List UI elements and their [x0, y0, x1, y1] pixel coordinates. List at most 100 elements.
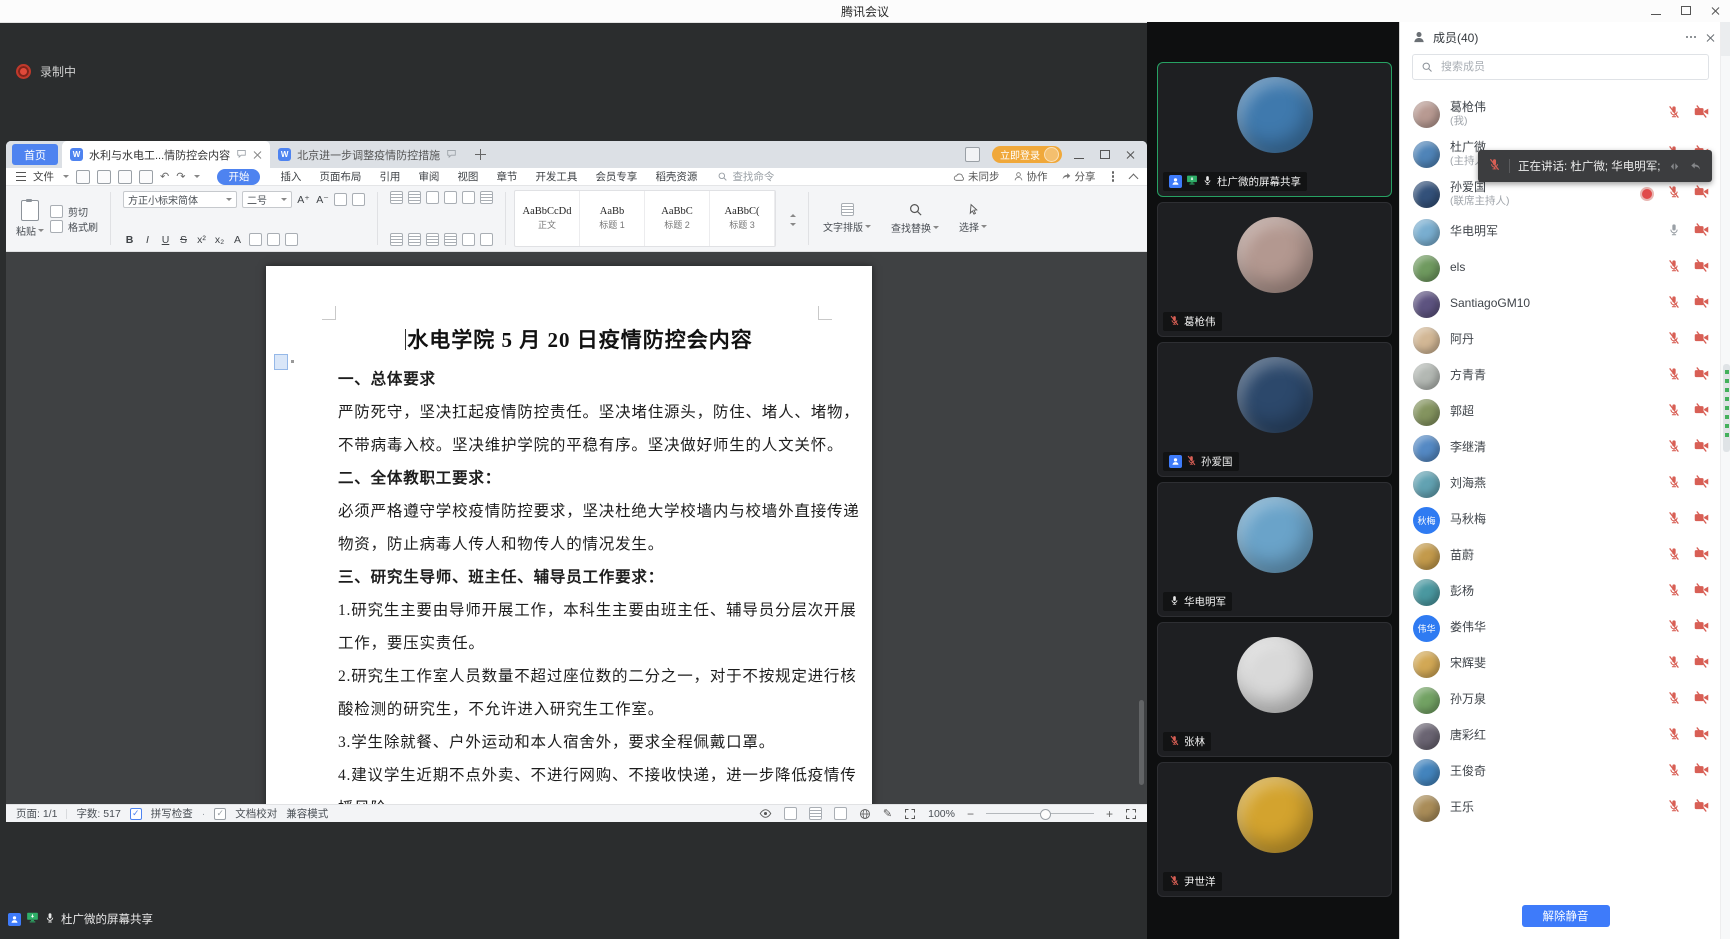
- bullet-list-icon[interactable]: [390, 191, 403, 204]
- member-row[interactable]: 王乐: [1413, 790, 1715, 826]
- menu-item-开发工具[interactable]: 开发工具: [526, 169, 586, 184]
- member-search-input[interactable]: [1439, 60, 1700, 74]
- spellcheck-label[interactable]: 拼写检查: [151, 806, 193, 821]
- menu-item-稻壳资源[interactable]: 稻壳资源: [646, 169, 706, 184]
- sync-status[interactable]: 未同步: [953, 169, 1000, 184]
- camera-off-icon[interactable]: [1694, 726, 1709, 746]
- undo-icon[interactable]: ↶: [160, 170, 169, 183]
- maximize-icon[interactable]: [1681, 2, 1691, 20]
- muted-mic-icon[interactable]: [1667, 619, 1681, 638]
- share-button[interactable]: 分享: [1061, 169, 1096, 184]
- video-tile[interactable]: 孙爱国: [1157, 342, 1392, 477]
- style-down-icon[interactable]: [790, 223, 796, 229]
- style-up-icon[interactable]: [790, 211, 796, 217]
- border-icon[interactable]: [480, 233, 493, 246]
- member-row[interactable]: 唐彩红: [1413, 718, 1715, 754]
- muted-mic-icon[interactable]: [1667, 105, 1681, 124]
- quickbar-dropdown-icon[interactable]: [194, 175, 200, 181]
- muted-mic-icon[interactable]: [1667, 185, 1681, 204]
- web-view-icon[interactable]: [859, 808, 871, 820]
- align-justify-icon[interactable]: [444, 233, 457, 246]
- muted-mic-icon[interactable]: [1667, 295, 1681, 314]
- muted-mic-icon[interactable]: [1667, 403, 1681, 422]
- format-button-S[interactable]: S: [177, 234, 190, 246]
- format-painter-button[interactable]: 格式刷: [50, 219, 98, 234]
- line-spacing-icon[interactable]: [480, 191, 493, 204]
- font-color-icon[interactable]: [267, 233, 280, 246]
- camera-off-icon[interactable]: [1694, 798, 1709, 818]
- numbered-list-icon[interactable]: [408, 191, 421, 204]
- camera-off-icon[interactable]: [1694, 582, 1709, 602]
- print-icon[interactable]: [118, 170, 132, 184]
- align-right-icon[interactable]: [426, 233, 439, 246]
- member-search[interactable]: [1412, 54, 1709, 80]
- text-effects-icon[interactable]: [334, 193, 347, 206]
- prev-next-icon[interactable]: [1668, 160, 1681, 173]
- spellcheck-icon[interactable]: ✓: [130, 808, 142, 820]
- outdent-icon[interactable]: [426, 191, 439, 204]
- member-row[interactable]: 阿丹: [1413, 322, 1715, 358]
- unmute-button[interactable]: 解除静音: [1522, 905, 1610, 927]
- wps-home-tab[interactable]: 首页: [12, 144, 58, 165]
- camera-off-icon[interactable]: [1694, 618, 1709, 638]
- member-row[interactable]: 宋辉斐: [1413, 646, 1715, 682]
- camera-off-icon[interactable]: [1694, 438, 1709, 458]
- font-size-button[interactable]: A⁻: [316, 194, 329, 206]
- save-icon[interactable]: [76, 170, 90, 184]
- video-tile[interactable]: 尹世洋: [1157, 762, 1392, 897]
- wps-maximize-icon[interactable]: [1100, 146, 1110, 164]
- zoom-slider[interactable]: [986, 813, 1094, 814]
- members-scrollbar-thumb[interactable]: [1723, 364, 1730, 452]
- zoom-in-icon[interactable]: +: [1106, 809, 1113, 819]
- video-tile[interactable]: 华电明军: [1157, 482, 1392, 617]
- member-row[interactable]: 方青青: [1413, 358, 1715, 394]
- muted-mic-icon[interactable]: [1667, 475, 1681, 494]
- mic-icon[interactable]: [1667, 223, 1681, 242]
- member-row[interactable]: 刘海燕: [1413, 466, 1715, 502]
- camera-off-icon[interactable]: [1694, 654, 1709, 674]
- style-preset[interactable]: AaBb标题 1: [580, 191, 645, 246]
- camera-off-icon[interactable]: [1694, 402, 1709, 422]
- camera-off-icon[interactable]: [1694, 546, 1709, 566]
- member-row[interactable]: 王俊奇: [1413, 754, 1715, 790]
- align-left-icon[interactable]: [390, 233, 403, 246]
- member-row[interactable]: 孙万泉: [1413, 682, 1715, 718]
- camera-off-icon[interactable]: [1694, 366, 1709, 386]
- proofread-icon[interactable]: ✓: [214, 808, 226, 820]
- camera-off-icon[interactable]: [1694, 474, 1709, 494]
- camera-off-icon[interactable]: [1694, 104, 1709, 124]
- wps-doc-tab[interactable]: W水利与水电工...情防控会内容: [62, 141, 270, 168]
- find-command[interactable]: 查找命令: [717, 169, 774, 184]
- collapse-ribbon-icon[interactable]: [1129, 173, 1139, 183]
- camera-off-icon[interactable]: [1694, 330, 1709, 350]
- comment-bubble-icon[interactable]: [236, 148, 247, 162]
- format-button-U[interactable]: U: [159, 234, 172, 246]
- member-row[interactable]: 葛枪伟(我): [1413, 94, 1715, 134]
- format-button-x²[interactable]: x²: [195, 234, 208, 246]
- collaborate-button[interactable]: 协作: [1013, 169, 1048, 184]
- document-scrollbar[interactable]: [1139, 700, 1144, 785]
- member-row[interactable]: 华电明军: [1413, 214, 1715, 250]
- menu-item-页面布局[interactable]: 页面布局: [310, 169, 370, 184]
- muted-mic-icon[interactable]: [1667, 727, 1681, 746]
- zoom-out-icon[interactable]: −: [967, 809, 974, 819]
- video-tile[interactable]: 张林: [1157, 622, 1392, 757]
- document-canvas[interactable]: 水电学院 5 月 20 日疫情防控会内容 一、总体要求严防死守，坚决扛起疫情防控…: [6, 252, 1147, 804]
- docer-icon[interactable]: [965, 147, 980, 162]
- fullscreen-icon[interactable]: [1125, 808, 1137, 820]
- eye-icon[interactable]: [759, 807, 772, 820]
- style-preset[interactable]: AaBbCcDd正文: [515, 191, 580, 246]
- style-preset[interactable]: AaBbC(标题 3: [710, 191, 775, 246]
- member-row[interactable]: 李继清: [1413, 430, 1715, 466]
- font-size-select[interactable]: 二号: [242, 191, 292, 208]
- close-icon[interactable]: [1711, 2, 1720, 20]
- panel-close-icon[interactable]: [1706, 33, 1715, 42]
- multi-page-view-icon[interactable]: [834, 807, 847, 820]
- preview-icon[interactable]: [139, 170, 153, 184]
- menu-item-插入[interactable]: 插入: [271, 169, 310, 184]
- member-row[interactable]: 苗蔚: [1413, 538, 1715, 574]
- fit-page-icon[interactable]: [904, 808, 916, 820]
- camera-off-icon[interactable]: [1694, 294, 1709, 314]
- find-replace-button[interactable]: 查找替换: [885, 190, 945, 247]
- menu-item-会员专享[interactable]: 会员专享: [586, 169, 646, 184]
